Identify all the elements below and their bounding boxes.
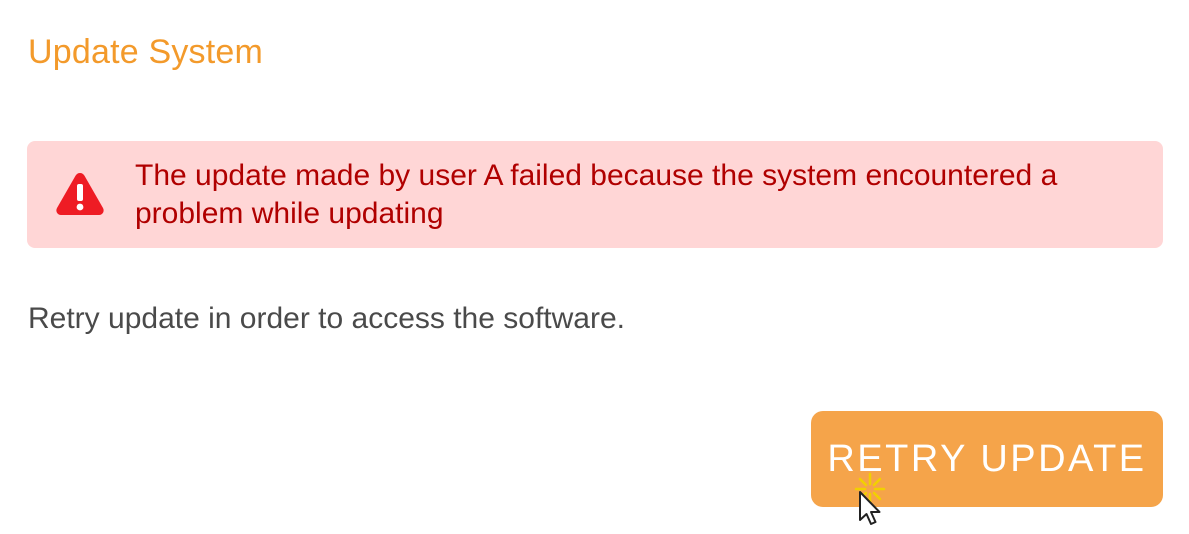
error-alert: The update made by user A failed because… — [27, 141, 1163, 248]
update-system-dialog: Update System The update made by user A … — [0, 0, 1189, 534]
retry-update-button[interactable]: RETRY UPDATE — [811, 411, 1163, 507]
warning-triangle-icon — [56, 173, 104, 215]
dialog-title: Update System — [28, 33, 264, 71]
alert-message: The update made by user A failed because… — [135, 159, 1058, 230]
instruction-text: Retry update in order to access the soft… — [28, 302, 625, 335]
